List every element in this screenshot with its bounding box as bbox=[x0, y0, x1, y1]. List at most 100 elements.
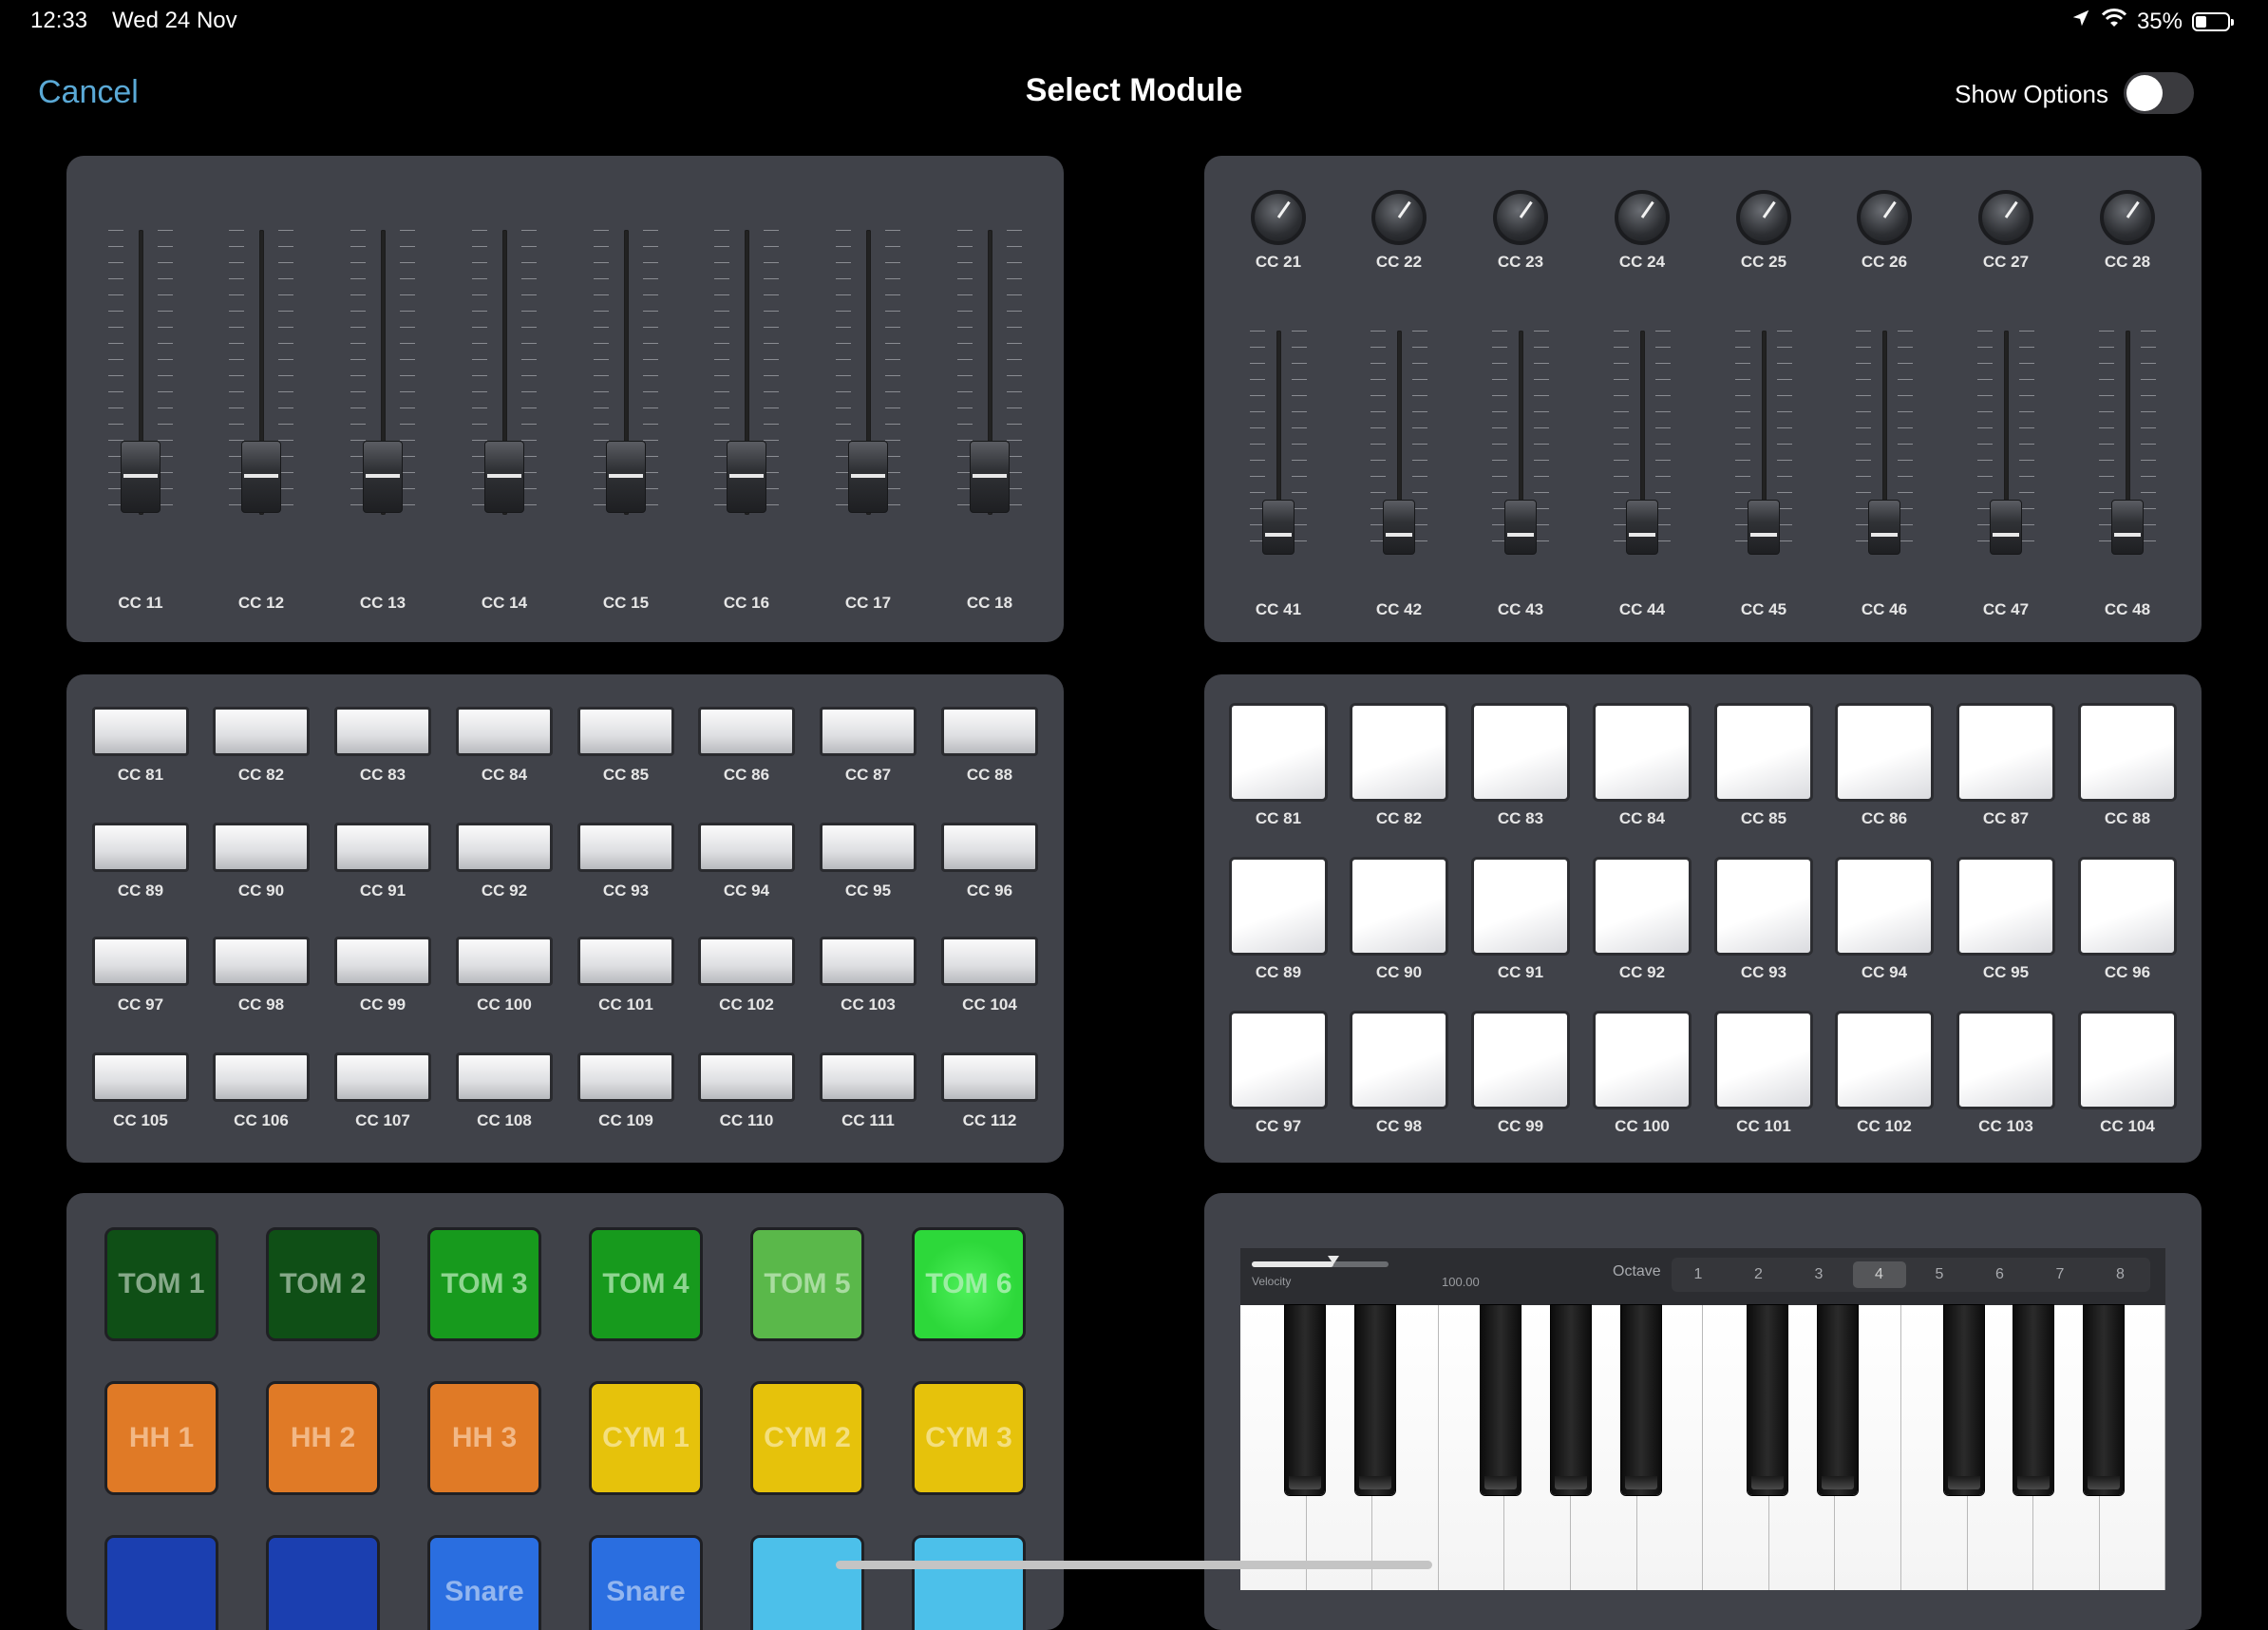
fader-cap[interactable] bbox=[848, 441, 888, 513]
velocity-slider[interactable] bbox=[1252, 1256, 1389, 1267]
cc-button[interactable] bbox=[456, 823, 553, 872]
drum-pad[interactable]: HH 1 bbox=[104, 1381, 218, 1495]
pad[interactable] bbox=[1714, 1011, 1813, 1109]
octave-option[interactable]: 1 bbox=[1672, 1261, 1725, 1288]
button-module[interactable]: CC 81 CC 82 CC 83 CC 84 CC 85 CC 86 CC 87 CC 88… bbox=[66, 674, 1064, 1163]
cc-button[interactable] bbox=[941, 707, 1038, 756]
fader-cap[interactable] bbox=[1868, 500, 1900, 555]
pad-module[interactable]: CC 81 CC 82 CC 83 CC 84 CC 85 CC 86 CC 87 CC 88… bbox=[1204, 674, 2202, 1163]
drum-pad[interactable]: CYM 1 bbox=[589, 1381, 703, 1495]
octave-option[interactable]: 3 bbox=[1792, 1261, 1845, 1288]
cc-button[interactable] bbox=[213, 1052, 310, 1102]
fader-cap[interactable] bbox=[1990, 500, 2022, 555]
pad[interactable] bbox=[1956, 703, 2055, 802]
black-key[interactable] bbox=[1747, 1305, 1787, 1495]
fader[interactable] bbox=[594, 230, 658, 515]
pad[interactable] bbox=[1956, 857, 2055, 956]
cc-button[interactable] bbox=[213, 707, 310, 756]
drum-pad[interactable]: TOM 6 bbox=[912, 1227, 1026, 1341]
knob[interactable] bbox=[1371, 190, 1427, 245]
cc-button[interactable] bbox=[456, 707, 553, 756]
pad[interactable] bbox=[1714, 857, 1813, 956]
black-key[interactable] bbox=[1355, 1305, 1396, 1495]
drum-pad[interactable]: TOM 2 bbox=[266, 1227, 380, 1341]
cc-button[interactable] bbox=[92, 937, 189, 986]
black-key[interactable] bbox=[2013, 1305, 2054, 1495]
pad[interactable] bbox=[1835, 1011, 1934, 1109]
fader[interactable] bbox=[836, 230, 900, 515]
fader[interactable] bbox=[1735, 331, 1792, 555]
cc-button[interactable] bbox=[941, 937, 1038, 986]
cc-button[interactable] bbox=[820, 707, 917, 756]
octave-option[interactable]: 2 bbox=[1732, 1261, 1786, 1288]
knob[interactable] bbox=[1736, 190, 1791, 245]
cc-button[interactable] bbox=[820, 1052, 917, 1102]
pad[interactable] bbox=[2078, 857, 2177, 956]
cc-button[interactable] bbox=[334, 707, 431, 756]
black-key[interactable] bbox=[1818, 1305, 1859, 1495]
fader[interactable] bbox=[1370, 331, 1427, 555]
fader[interactable] bbox=[1614, 331, 1671, 555]
drum-pad[interactable]: TOM 4 bbox=[589, 1227, 703, 1341]
cc-button[interactable] bbox=[92, 1052, 189, 1102]
cc-button[interactable] bbox=[92, 823, 189, 872]
cc-button[interactable] bbox=[92, 707, 189, 756]
velocity-thumb[interactable] bbox=[1328, 1256, 1340, 1264]
fader[interactable] bbox=[2099, 331, 2156, 555]
pad[interactable] bbox=[1229, 1011, 1328, 1109]
drum-pad[interactable] bbox=[912, 1535, 1026, 1630]
pad[interactable] bbox=[1835, 857, 1934, 956]
cc-button[interactable] bbox=[698, 1052, 795, 1102]
fader[interactable] bbox=[957, 230, 1022, 515]
black-key[interactable] bbox=[1620, 1305, 1661, 1495]
cc-button[interactable] bbox=[941, 1052, 1038, 1102]
pad[interactable] bbox=[1835, 703, 1934, 802]
pad[interactable] bbox=[1593, 1011, 1692, 1109]
fader[interactable] bbox=[1977, 331, 2034, 555]
fader-cap[interactable] bbox=[121, 441, 161, 513]
fader[interactable] bbox=[350, 230, 415, 515]
pad[interactable] bbox=[2078, 703, 2177, 802]
drum-pad[interactable] bbox=[104, 1535, 218, 1630]
cc-button[interactable] bbox=[334, 823, 431, 872]
fader-cap[interactable] bbox=[1748, 500, 1780, 555]
cancel-button[interactable]: Cancel bbox=[38, 74, 139, 111]
black-key[interactable] bbox=[1481, 1305, 1521, 1495]
knob[interactable] bbox=[1615, 190, 1670, 245]
pad[interactable] bbox=[1350, 703, 1448, 802]
fader-cap[interactable] bbox=[727, 441, 766, 513]
cc-button[interactable] bbox=[698, 937, 795, 986]
fader-cap[interactable] bbox=[363, 441, 403, 513]
fader-cap[interactable] bbox=[484, 441, 524, 513]
cc-button[interactable] bbox=[820, 823, 917, 872]
drum-pad[interactable]: CYM 2 bbox=[750, 1381, 864, 1495]
fader-cap[interactable] bbox=[1626, 500, 1658, 555]
cc-button[interactable] bbox=[334, 1052, 431, 1102]
knob[interactable] bbox=[1251, 190, 1306, 245]
knob[interactable] bbox=[2100, 190, 2155, 245]
pad[interactable] bbox=[1593, 857, 1692, 956]
fader[interactable] bbox=[1250, 331, 1307, 555]
knob[interactable] bbox=[1493, 190, 1548, 245]
drum-pad[interactable] bbox=[750, 1535, 864, 1630]
fader-cap[interactable] bbox=[970, 441, 1010, 513]
fader-cap[interactable] bbox=[241, 441, 281, 513]
drum-pad[interactable]: HH 2 bbox=[266, 1381, 380, 1495]
pad[interactable] bbox=[1714, 703, 1813, 802]
fader[interactable] bbox=[229, 230, 293, 515]
fader-cap[interactable] bbox=[1262, 500, 1295, 555]
pad[interactable] bbox=[1350, 1011, 1448, 1109]
black-key[interactable] bbox=[1943, 1305, 1984, 1495]
octave-option[interactable]: 5 bbox=[1913, 1261, 1966, 1288]
pad[interactable] bbox=[1471, 703, 1570, 802]
drum-pad[interactable]: TOM 3 bbox=[427, 1227, 541, 1341]
pad[interactable] bbox=[1471, 857, 1570, 956]
pad[interactable] bbox=[1229, 857, 1328, 956]
knob-fader-module[interactable]: CC 21 CC 41 CC 22 CC 42 CC 23 CC 43 CC 24 CC 44… bbox=[1204, 156, 2202, 642]
show-options-toggle[interactable] bbox=[2124, 72, 2194, 114]
cc-button[interactable] bbox=[213, 823, 310, 872]
drum-pad[interactable] bbox=[266, 1535, 380, 1630]
fader[interactable] bbox=[108, 230, 173, 515]
fader[interactable] bbox=[1492, 331, 1549, 555]
fader[interactable] bbox=[1856, 331, 1913, 555]
